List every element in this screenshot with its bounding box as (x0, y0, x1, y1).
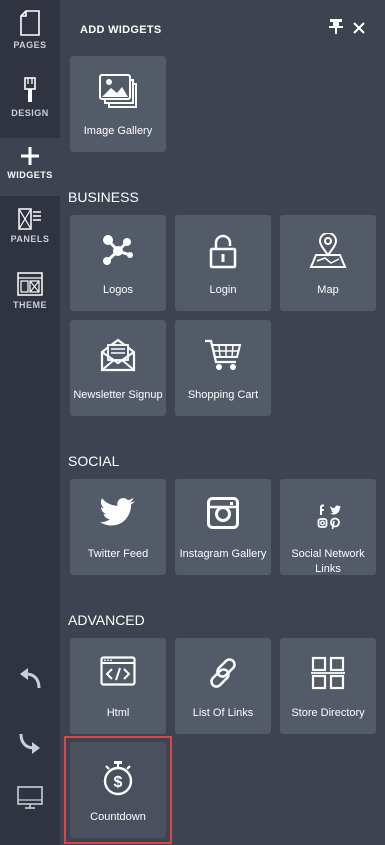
nav-widgets[interactable]: WIDGETS (0, 138, 60, 196)
widget-label: Shopping Cart (187, 389, 259, 401)
widget-list-of-links[interactable]: List Of Links (175, 638, 271, 734)
page-icon (20, 10, 40, 36)
widget-login[interactable]: Login (175, 215, 271, 311)
section-social: SOCIAL (68, 453, 120, 469)
widget-label: Login (209, 284, 237, 296)
social-icons-icon (317, 504, 341, 530)
nav-panels-label: PANELS (10, 234, 50, 244)
theme-icon (17, 272, 43, 296)
nav-panels[interactable]: PANELS (0, 208, 60, 244)
widget-social-network-links[interactable]: Social Network Links (280, 479, 376, 575)
widget-label: Instagram Gallery (179, 548, 267, 560)
widget-label: Store Directory (291, 707, 365, 719)
widget-store-directory[interactable]: Store Directory (280, 638, 376, 734)
logos-icon (103, 235, 133, 265)
link-icon (210, 658, 236, 688)
paintbrush-icon (24, 77, 36, 102)
monitor-icon (17, 786, 43, 809)
widget-html[interactable]: Html (70, 638, 166, 734)
left-nav-rail: PAGES DESIGN WIDGETS PANELS THEME (0, 0, 60, 845)
widget-label: Image Gallery (83, 125, 153, 137)
plus-icon (21, 147, 39, 165)
instagram-icon (207, 497, 239, 529)
pin-button[interactable] (328, 18, 343, 39)
cart-icon (205, 339, 242, 370)
close-button[interactable] (353, 21, 365, 39)
widget-label: Newsletter Signup (73, 389, 163, 401)
close-icon (353, 22, 365, 34)
widget-label: Twitter Feed (87, 548, 149, 560)
nav-design[interactable]: DESIGN (0, 76, 60, 118)
selection-highlight (64, 736, 172, 844)
image-gallery-icon (99, 74, 137, 108)
widget-label: Social Network Links (291, 548, 365, 575)
section-business: BUSINESS (68, 189, 139, 205)
preview-button[interactable] (0, 786, 60, 810)
widget-label: Map (317, 284, 339, 296)
nav-pages-label: PAGES (13, 40, 47, 50)
undo-icon (20, 668, 41, 689)
directory-grid-icon (311, 656, 345, 690)
widget-image-gallery[interactable]: Image Gallery (70, 56, 166, 152)
widget-instagram-gallery[interactable]: Instagram Gallery (175, 479, 271, 575)
nav-widgets-label: WIDGETS (7, 170, 53, 180)
nav-pages[interactable]: PAGES (0, 10, 60, 50)
widget-twitter-feed[interactable]: Twitter Feed (70, 479, 166, 575)
widget-label: List Of Links (192, 707, 254, 719)
panel-header-actions (323, 18, 365, 39)
envelope-icon (100, 338, 136, 372)
twitter-icon (100, 498, 135, 526)
nav-theme[interactable]: THEME (0, 272, 60, 310)
widget-newsletter-signup[interactable]: Newsletter Signup (70, 320, 166, 416)
redo-icon (19, 733, 40, 754)
nav-design-label: DESIGN (11, 108, 49, 118)
lock-icon (209, 234, 237, 269)
widget-label: Html (106, 707, 130, 719)
nav-theme-label: THEME (13, 300, 47, 310)
panels-icon (18, 208, 41, 230)
undo-button[interactable] (0, 668, 60, 690)
widget-logos[interactable]: Logos (70, 215, 166, 311)
redo-button[interactable] (0, 732, 60, 754)
section-advanced: ADVANCED (68, 612, 145, 628)
add-widgets-panel: ADD WIDGETS Image Gallery BUSINESS Logos… (60, 0, 385, 845)
widget-label: Logos (103, 284, 133, 296)
widget-map[interactable]: Map (280, 215, 376, 311)
panel-title: ADD WIDGETS (80, 24, 162, 36)
pin-icon (328, 19, 343, 34)
widget-shopping-cart[interactable]: Shopping Cart (175, 320, 271, 416)
map-pin-icon (309, 233, 347, 268)
code-window-icon (100, 656, 136, 686)
